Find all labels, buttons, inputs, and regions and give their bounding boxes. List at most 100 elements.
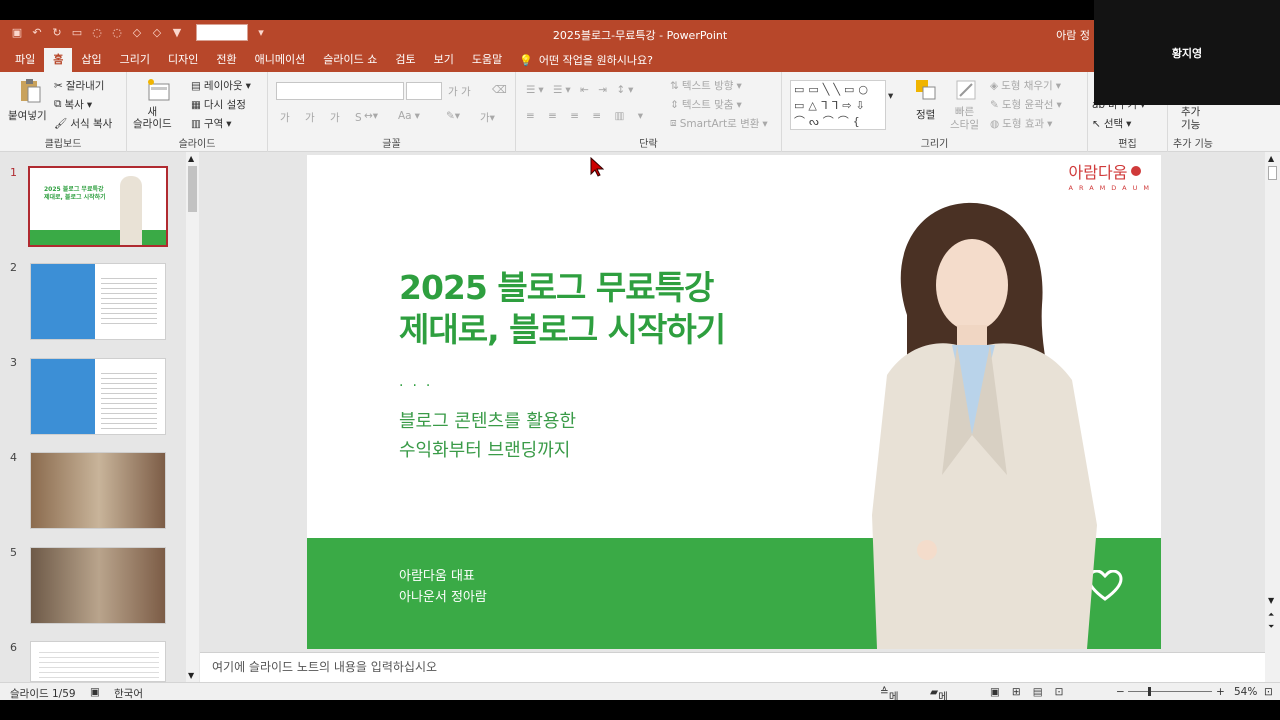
- screen-bottom-bar: [0, 700, 1280, 720]
- copy-button[interactable]: ⧉ 복사 ▾: [54, 97, 92, 112]
- paste-button[interactable]: 붙여넣기: [8, 108, 47, 123]
- thumbnail-slide-6[interactable]: [30, 641, 166, 682]
- change-case-button[interactable]: Aa ▾: [398, 110, 420, 122]
- arrange-icon[interactable]: [914, 78, 938, 104]
- notes-toggle[interactable]: ≙ 메모: [880, 686, 898, 718]
- tab-design[interactable]: 디자인: [159, 48, 207, 72]
- slide-scrollbar[interactable]: ▲ ▼ ⏶ ⏷: [1265, 152, 1280, 682]
- thumb-title: 2025 블로그 무료특강 제대로, 블로그 시작하기: [44, 186, 106, 201]
- tab-view[interactable]: 보기: [425, 48, 463, 72]
- arrange-button[interactable]: 정렬: [916, 107, 935, 122]
- thumb-photo: [31, 453, 165, 528]
- layout-button[interactable]: ▤ 레이아웃 ▾: [191, 78, 251, 93]
- smartart-button[interactable]: ⧈ SmartArt로 변환 ▾: [670, 116, 768, 131]
- tab-home[interactable]: 홈: [44, 48, 73, 72]
- reset-button[interactable]: ▦ 다시 설정: [191, 97, 246, 112]
- thumb-text: [101, 369, 157, 429]
- notes-pane[interactable]: 여기에 슬라이드 노트의 내용을 입력하십시오: [200, 652, 1265, 682]
- shapes-gallery[interactable]: ▭▭╲╲▭○▭△ᒣᒣ⇨⇩⌒ᔓ⌒⌒{ }: [790, 80, 886, 130]
- thumbnail-slide-1[interactable]: 2025 블로그 무료특강 제대로, 블로그 시작하기: [28, 166, 168, 247]
- section-icon: ▥: [191, 117, 201, 130]
- cut-button[interactable]: ✂ 잘라내기: [54, 78, 104, 93]
- grow-font-icon[interactable]: 가 가: [448, 84, 471, 99]
- zoom-out-icon[interactable]: −: [1116, 686, 1125, 698]
- spellcheck-icon[interactable]: ▣: [90, 686, 100, 698]
- font-group: 가 가 ⌫ 가 가 가 S ↔▾ Aa ▾ ✎▾ 가▾ 글꼴: [268, 72, 516, 152]
- zoom-level[interactable]: 54%: [1234, 686, 1257, 698]
- text-direction-button[interactable]: ⇅ 텍스트 방향 ▾: [670, 78, 742, 93]
- align-icons[interactable]: ≡ ≡ ≡ ≡ ▥ ▾: [526, 110, 648, 122]
- scroll-up-icon[interactable]: ▲: [188, 154, 194, 163]
- slides-group: 새 슬라이드 ▤ 레이아웃 ▾ ▦ 다시 설정 ▥ 구역 ▾ 슬라이드: [127, 72, 268, 152]
- tab-slideshow[interactable]: 슬라이드 쇼: [314, 48, 386, 72]
- section-button[interactable]: ▥ 구역 ▾: [191, 116, 232, 131]
- slide-counter: 슬라이드 1/59: [10, 688, 76, 700]
- mouse-cursor-icon: [590, 156, 605, 180]
- account-name[interactable]: 아람 정: [1056, 27, 1090, 43]
- shape-effects-button[interactable]: ◍ 도형 효과 ▾: [990, 116, 1052, 131]
- tab-insert[interactable]: 삽입: [72, 48, 110, 72]
- scroll-down-icon[interactable]: ▼: [188, 671, 194, 680]
- font-color-icon[interactable]: 가▾: [480, 110, 495, 125]
- scroll-up-icon[interactable]: ▲: [1268, 154, 1274, 163]
- tab-draw[interactable]: 그리기: [111, 48, 159, 72]
- highlight-icon[interactable]: ✎▾: [446, 110, 460, 122]
- thumbnail-slide-4[interactable]: [30, 452, 166, 529]
- thumbnail-slide-2[interactable]: [30, 263, 166, 340]
- tab-help[interactable]: 도움말: [463, 48, 511, 72]
- tab-review[interactable]: 검토: [386, 48, 424, 72]
- new-slide-button[interactable]: 새 슬라이드: [133, 106, 172, 130]
- presenter-info[interactable]: 아람다움 대표 아나운서 정아람: [399, 566, 487, 608]
- tab-animations[interactable]: 애니메이션: [246, 48, 315, 72]
- font-style-buttons[interactable]: 가 가 가 S: [280, 110, 368, 125]
- zoom-slider-thumb[interactable]: [1148, 687, 1151, 696]
- next-slide-icon[interactable]: ⏷: [1268, 622, 1274, 632]
- quick-styles-button[interactable]: 빠른 스타일: [950, 106, 979, 132]
- thumb-number: 2: [10, 261, 17, 274]
- char-spacing-icon[interactable]: ↔▾: [364, 110, 378, 122]
- slide-thumbnails-panel[interactable]: 1 2025 블로그 무료특강 제대로, 블로그 시작하기 2 3 4 5 6: [0, 152, 200, 682]
- paste-icon[interactable]: [18, 78, 42, 104]
- tab-file[interactable]: 파일: [6, 48, 44, 72]
- format-painter-button[interactable]: 🖌 서식 복사: [54, 116, 112, 131]
- view-buttons[interactable]: ▣⊞▤⊡: [990, 686, 1075, 698]
- font-name-combo[interactable]: [276, 82, 404, 100]
- select-button[interactable]: ↖ 선택 ▾: [1092, 116, 1131, 131]
- group-label: 그리기: [920, 139, 949, 150]
- smartart-icon: ⧈: [670, 117, 677, 129]
- shape-fill-button[interactable]: ◈ 도형 채우기 ▾: [990, 78, 1061, 93]
- thumbnail-slide-5[interactable]: [30, 547, 166, 624]
- align-text-button[interactable]: ⇕ 텍스트 맞춤 ▾: [670, 97, 742, 112]
- scroll-down-icon[interactable]: ▼: [1268, 596, 1274, 605]
- prev-slide-icon[interactable]: ⏶: [1268, 610, 1274, 620]
- comments-toggle[interactable]: ▰ 메모: [930, 686, 948, 718]
- fit-slide-icon[interactable]: ⊡: [1264, 686, 1273, 698]
- new-slide-icon[interactable]: [147, 78, 171, 104]
- paragraph-group: ☰▾ ☰▾ ⇤ ⇥ ↕▾ ≡ ≡ ≡ ≡ ▥ ▾ ⇅ 텍스트 방향 ▾ ⇕ 텍스트 맞…: [516, 72, 782, 152]
- scroll-thumb[interactable]: [1268, 166, 1277, 180]
- bullets-icon[interactable]: ☰▾ ☰▾ ⇤ ⇥ ↕▾: [526, 84, 636, 96]
- quick-styles-icon[interactable]: [954, 78, 978, 104]
- zoom-slider[interactable]: [1128, 691, 1212, 692]
- font-size-combo[interactable]: [406, 82, 442, 100]
- slide-subtitle[interactable]: 블로그 콘텐츠를 활용한 수익화부터 브랜딩까지: [399, 407, 576, 465]
- tell-me-box[interactable]: 💡 어떤 작업을 원하시나요?: [519, 52, 653, 68]
- shape-outline-button[interactable]: ✎ 도형 윤곽선 ▾: [990, 97, 1062, 112]
- group-label: 편집: [1118, 139, 1137, 150]
- language-indicator[interactable]: 한국어: [114, 686, 143, 701]
- tab-transitions[interactable]: 전환: [207, 48, 245, 72]
- thumbnail-slide-3[interactable]: [30, 358, 166, 435]
- zoom-in-icon[interactable]: +: [1216, 686, 1225, 698]
- slide-title[interactable]: 2025 블로그 무료특강 제대로, 블로그 시작하기: [399, 267, 726, 351]
- addins-button[interactable]: 추가 기능: [1181, 106, 1200, 132]
- clear-format-icon[interactable]: ⌫: [492, 84, 507, 96]
- reset-icon: ▦: [191, 98, 201, 111]
- thumbnails-scrollbar[interactable]: ▲ ▼: [186, 152, 199, 682]
- shapes-more-icon[interactable]: ▾: [888, 90, 893, 102]
- thumb-photo: [31, 359, 95, 434]
- slide-canvas[interactable]: 아람다움 ARAMDAUM 2025 블로그 무료특강 제대로, 블로그 시작하…: [307, 155, 1161, 649]
- align-text-icon: ⇕: [670, 98, 679, 111]
- brand-logo: 아람다움 ARAMDAUM: [1068, 163, 1155, 192]
- scroll-thumb[interactable]: [188, 166, 197, 212]
- presenter-photo: [872, 202, 1097, 649]
